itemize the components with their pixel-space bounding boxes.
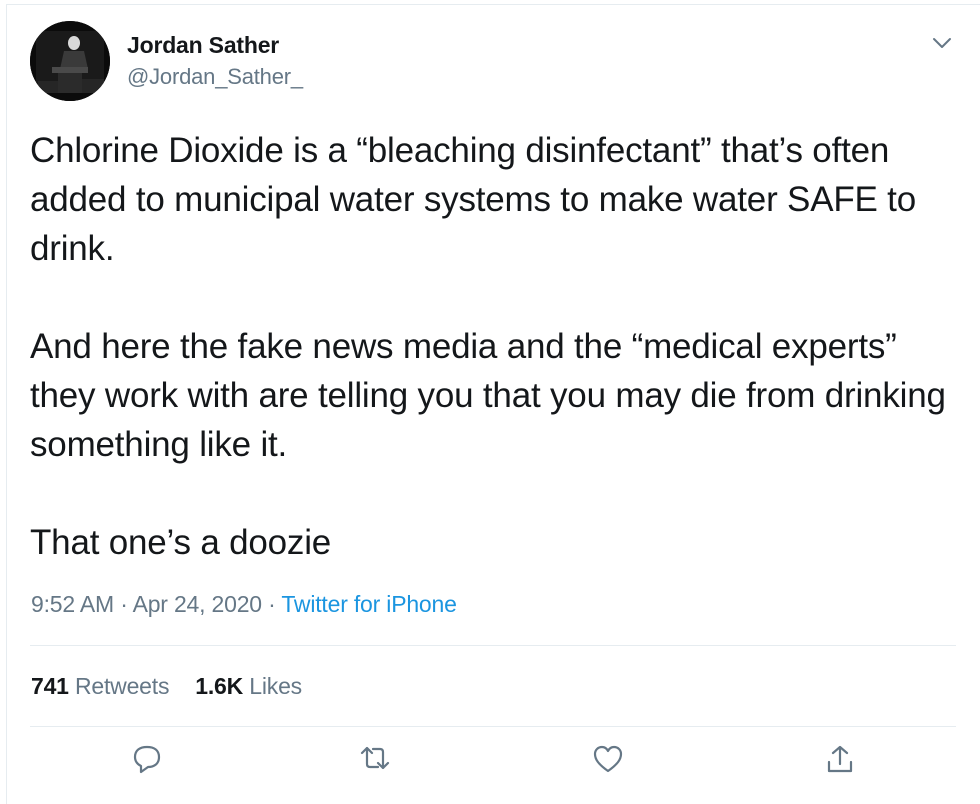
retweet-icon[interactable] [359, 744, 391, 774]
retweets-stat[interactable]: 741 Retweets [31, 673, 169, 699]
likes-stat[interactable]: 1.6K Likes [195, 673, 302, 699]
tweet-actions [0, 744, 980, 774]
like-icon[interactable] [592, 744, 624, 774]
reply-icon[interactable] [131, 744, 163, 774]
tweet-source-link[interactable]: Twitter for iPhone [281, 591, 457, 617]
tweet-text: Chlorine Dioxide is a “bleaching disinfe… [30, 126, 960, 567]
avatar[interactable] [30, 21, 110, 101]
tweet-paragraph: Chlorine Dioxide is a “bleaching disinfe… [30, 131, 916, 268]
divider [30, 645, 956, 646]
divider [30, 726, 956, 727]
share-icon[interactable] [824, 744, 856, 774]
meta-separator: · [261, 591, 282, 617]
retweets-count: 741 [31, 673, 69, 699]
likes-label: Likes [249, 673, 302, 699]
likes-count: 1.6K [195, 673, 244, 699]
tweet-paragraph: That one’s a doozie [30, 523, 332, 562]
tweet-metadata: 9:52 AM · Apr 24, 2020 · Twitter for iPh… [31, 591, 457, 618]
tweet-stats: 741 Retweets 1.6K Likes [31, 673, 302, 700]
tweet-time[interactable]: 9:52 AM [31, 591, 114, 617]
retweets-label: Retweets [74, 673, 170, 699]
meta-separator: · [114, 591, 133, 617]
avatar-image [30, 21, 110, 101]
tweet-date[interactable]: Apr 24, 2020 [133, 591, 263, 617]
chevron-down-icon[interactable] [930, 34, 954, 52]
tweet-paragraph: And here the fake news media and the “me… [30, 327, 946, 464]
author-handle[interactable]: @Jordan_Sather_ [127, 64, 303, 90]
author-display-name[interactable]: Jordan Sather [127, 32, 279, 59]
